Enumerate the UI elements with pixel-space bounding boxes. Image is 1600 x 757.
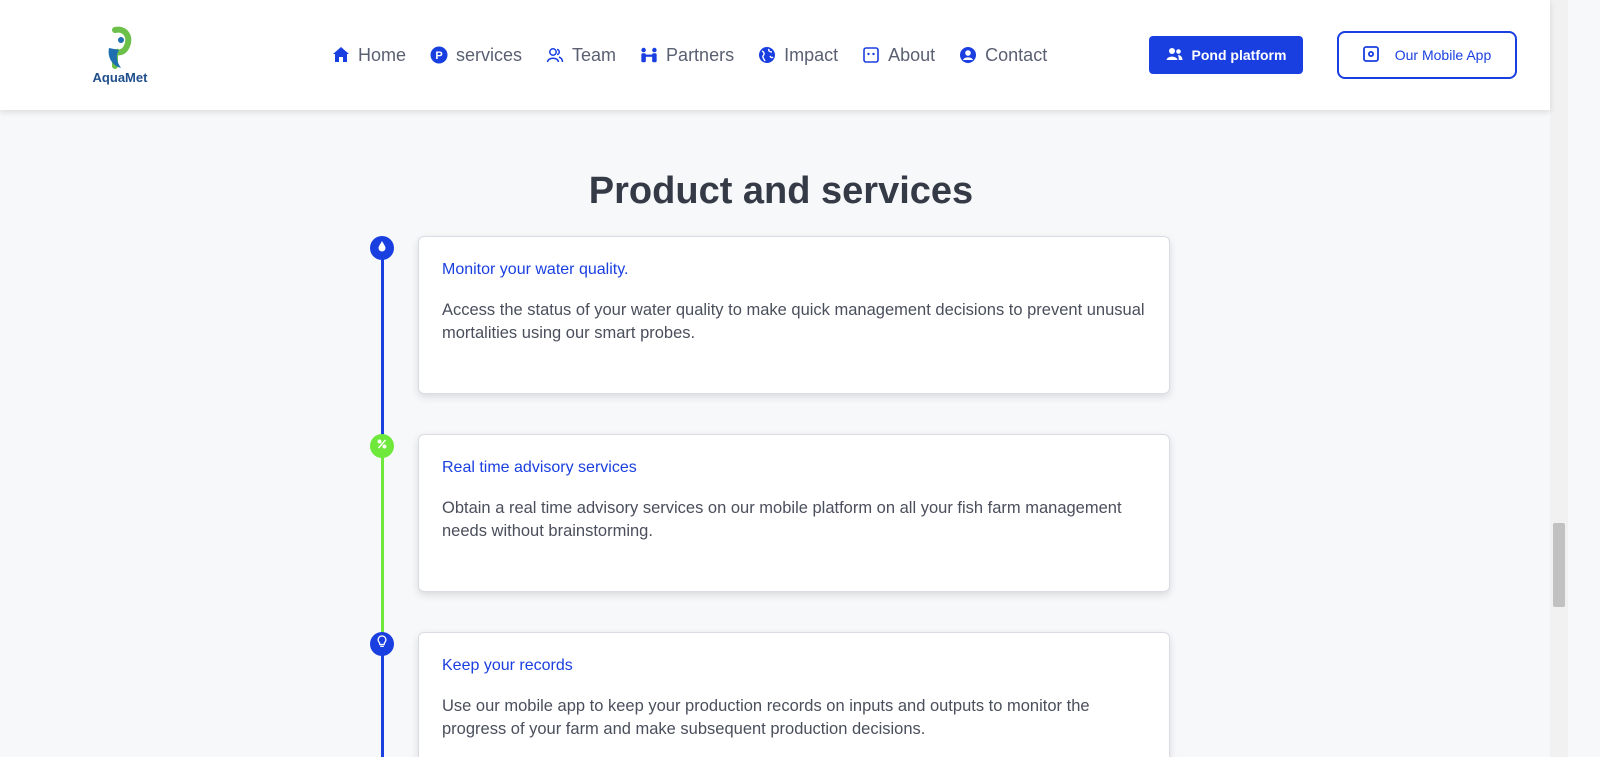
- page-title: Product and services: [588, 170, 974, 212]
- nav-label: Impact: [784, 44, 839, 65]
- nav-item-impact[interactable]: Impact: [758, 45, 838, 66]
- users-icon: [1166, 47, 1183, 64]
- nav-item-partners[interactable]: Partners: [640, 45, 734, 66]
- timeline-dot: [370, 434, 394, 458]
- service-card-body: Access the status of your water quality …: [442, 301, 1145, 342]
- nav-label: Home: [358, 44, 407, 65]
- timeline-line-3: [381, 654, 384, 757]
- pond-platform-label: Pond platform: [1191, 47, 1287, 63]
- site-header: AquaMet Home P services Team Partners Im…: [0, 0, 1550, 110]
- svg-text:P: P: [435, 50, 442, 62]
- globe-icon: [758, 46, 776, 64]
- timeline-line-2: [381, 456, 384, 646]
- nav-label: Team: [572, 44, 617, 65]
- mobile-app-label: Our Mobile App: [1394, 47, 1492, 63]
- users-outline-icon: [546, 46, 564, 64]
- nav-item-contact[interactable]: Contact: [959, 45, 1047, 66]
- info-square-icon: [862, 46, 880, 64]
- vertical-scrollbar[interactable]: [1550, 0, 1568, 757]
- service-card-title: Monitor your water quality.: [442, 261, 629, 278]
- service-card-body: Use our mobile app to keep your producti…: [442, 697, 1090, 738]
- timeline-dot: [370, 236, 394, 260]
- nav-item-about[interactable]: About: [862, 45, 935, 66]
- nav-label: About: [888, 44, 936, 65]
- handshake-people-icon: [640, 46, 658, 64]
- service-card: Monitor your water quality. Access the s…: [418, 236, 1170, 394]
- timeline-line-1: [381, 258, 384, 448]
- main-nav: Home P services Team Partners Impact Abo…: [332, 0, 1071, 110]
- nav-item-team[interactable]: Team: [546, 45, 616, 66]
- nav-label: Contact: [985, 44, 1048, 65]
- parking-circle-icon: P: [430, 46, 448, 64]
- logo-mark-icon: [108, 26, 132, 69]
- page-edge: [1568, 0, 1600, 757]
- logo-text: AquaMet: [92, 70, 148, 85]
- nav-item-home[interactable]: Home: [332, 45, 406, 66]
- gear-icon: [1362, 45, 1379, 65]
- user-circle-icon: [959, 46, 977, 64]
- service-card-title: Real time advisory services: [442, 459, 637, 476]
- home-icon: [332, 46, 350, 64]
- aquamet-logo[interactable]: AquaMet: [85, 26, 155, 90]
- lightbulb-icon: [377, 635, 387, 653]
- service-card-body: Obtain a real time advisory services on …: [442, 499, 1122, 540]
- nav-label: Partners: [666, 44, 735, 65]
- service-card: Keep your records Use our mobile app to …: [418, 632, 1170, 757]
- nav-item-services[interactable]: P services: [430, 45, 522, 66]
- percent-icon: [376, 437, 388, 455]
- mobile-app-button[interactable]: Our Mobile App: [1337, 31, 1517, 79]
- water-drop-icon: [377, 239, 387, 257]
- service-card-title: Keep your records: [442, 657, 573, 674]
- service-card: Real time advisory services Obtain a rea…: [418, 434, 1170, 592]
- timeline-dot: [370, 632, 394, 656]
- scrollbar-thumb[interactable]: [1553, 523, 1565, 607]
- nav-label: services: [456, 44, 523, 65]
- pond-platform-button[interactable]: Pond platform: [1149, 36, 1303, 74]
